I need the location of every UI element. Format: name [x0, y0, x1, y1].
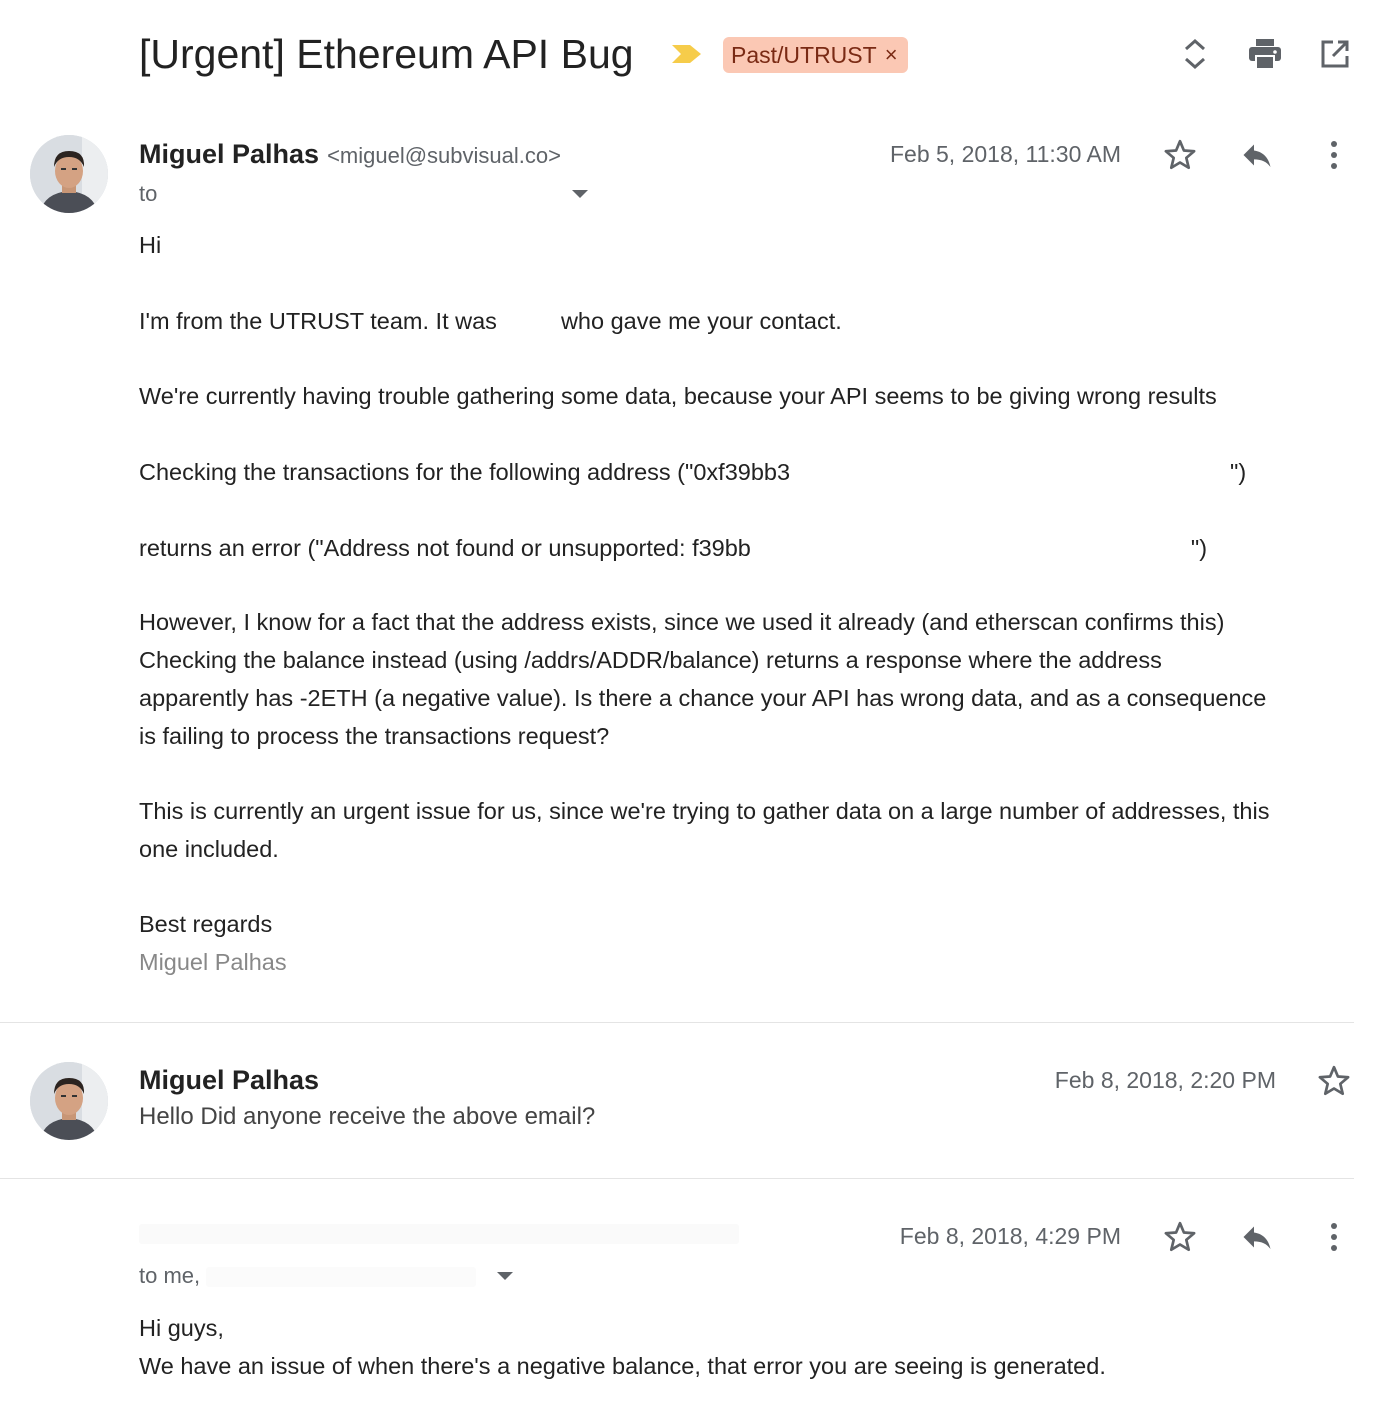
- message-divider: [0, 1178, 1354, 1179]
- thread-subject: [Urgent] Ethereum API Bug: [139, 31, 634, 77]
- body-line: Hi guys,: [139, 1315, 224, 1341]
- remove-label-icon[interactable]: ×: [885, 42, 898, 68]
- body-line: Checking the balance instead (using /add…: [139, 647, 1162, 673]
- message-date: Feb 8, 2018, 2:20 PM: [1054, 1067, 1276, 1093]
- show-details-caret-icon[interactable]: [497, 1272, 513, 1280]
- more-options-button[interactable]: [1312, 1215, 1356, 1259]
- print-icon: [1249, 39, 1281, 70]
- reply-button[interactable]: [1235, 1215, 1279, 1259]
- more-vertical-icon: [1331, 1223, 1337, 1251]
- show-details-caret-icon[interactable]: [572, 190, 588, 198]
- star-icon: [1164, 1221, 1196, 1252]
- reply-button[interactable]: [1235, 133, 1279, 177]
- open-in-new-window-button[interactable]: [1313, 32, 1357, 76]
- message-divider: [0, 1022, 1354, 1023]
- message-date: Feb 5, 2018, 11:30 AM: [889, 141, 1121, 167]
- star-icon: [1318, 1065, 1350, 1096]
- reply-icon: [1243, 1226, 1271, 1249]
- to-label: to: [139, 181, 158, 206]
- redacted-text: [790, 463, 1231, 484]
- redacted-text: [496, 312, 561, 333]
- body-text-fragment: Checking the transactions for the follow…: [139, 459, 791, 485]
- sender-email: <miguel@subvisual.co>: [327, 143, 561, 168]
- redacted-text: [206, 1267, 477, 1288]
- message-date: Feb 8, 2018, 4:29 PM: [899, 1223, 1121, 1249]
- print-button[interactable]: [1243, 32, 1287, 76]
- body-paragraph: However, I know for a fact that the addr…: [139, 603, 1266, 755]
- message-snippet[interactable]: Hello Did anyone receive the above email…: [139, 1103, 595, 1131]
- body-paragraph: Checking the transactions for the follow…: [139, 453, 1246, 491]
- body-paragraph: We're currently having trouble gathering…: [139, 383, 1217, 409]
- avatar[interactable]: [30, 1062, 108, 1140]
- signature-name: Miguel Palhas: [139, 949, 287, 975]
- avatar[interactable]: [30, 135, 108, 213]
- body-paragraph: returns an error ("Address not found or …: [139, 529, 1207, 567]
- body-line: This is currently an urgent issue for us…: [139, 798, 1270, 824]
- to-label: to me,: [139, 1263, 201, 1288]
- body-paragraph: This is currently an urgent issue for us…: [139, 792, 1269, 868]
- recipients-line: to: [139, 181, 157, 207]
- body-paragraph: Hi guys, We have an issue of when there'…: [139, 1309, 1106, 1385]
- star-button[interactable]: [1312, 1059, 1356, 1103]
- sender-photo-icon: [30, 135, 108, 213]
- body-line: apparently has -2ETH (a negative value).…: [139, 685, 1267, 711]
- body-text-fragment: returns an error ("Address not found or …: [139, 535, 751, 561]
- open-in-new-window-icon: [1321, 40, 1349, 68]
- body-paragraph: I'm from the UTRUST team. It was who gave…: [139, 302, 842, 340]
- redacted-text: [750, 539, 1191, 560]
- expand-collapse-icon: [1185, 38, 1205, 70]
- body-text-fragment: I'm from the UTRUST team. It was: [139, 308, 497, 334]
- sender-name-redacted: [139, 1224, 739, 1244]
- body-line: However, I know for a fact that the addr…: [139, 609, 1225, 635]
- more-vertical-icon: [1331, 141, 1337, 169]
- body-line: We have an issue of when there's a negat…: [139, 1353, 1106, 1379]
- sender-name[interactable]: Miguel Palhas: [139, 1065, 319, 1096]
- sender-name[interactable]: Miguel Palhas: [139, 139, 319, 170]
- reply-icon: [1243, 144, 1271, 167]
- body-line: is failing to process the transactions r…: [139, 723, 610, 749]
- label-chip-text: Past/UTRUST: [731, 41, 877, 68]
- body-greeting: Hi: [139, 232, 162, 258]
- signature-block: Best regards Miguel Palhas: [139, 905, 287, 981]
- closing-line: Best regards: [139, 911, 273, 937]
- body-text-fragment: who gave me your contact.: [560, 308, 842, 334]
- expand-all-button[interactable]: [1173, 32, 1217, 76]
- label-chip[interactable]: Past/UTRUST ×: [723, 37, 908, 73]
- body-text-fragment: "): [1230, 459, 1247, 485]
- star-button[interactable]: [1158, 133, 1202, 177]
- redacted-text: [139, 1224, 739, 1244]
- body-line: one included.: [139, 836, 279, 862]
- more-options-button[interactable]: [1312, 133, 1356, 177]
- star-icon: [1164, 139, 1196, 170]
- importance-marker-icon[interactable]: [670, 42, 704, 66]
- body-text-fragment: "): [1190, 535, 1208, 561]
- star-button[interactable]: [1158, 1215, 1202, 1259]
- recipients-line: to me,: [139, 1263, 477, 1289]
- sender-photo-icon: [30, 1062, 108, 1140]
